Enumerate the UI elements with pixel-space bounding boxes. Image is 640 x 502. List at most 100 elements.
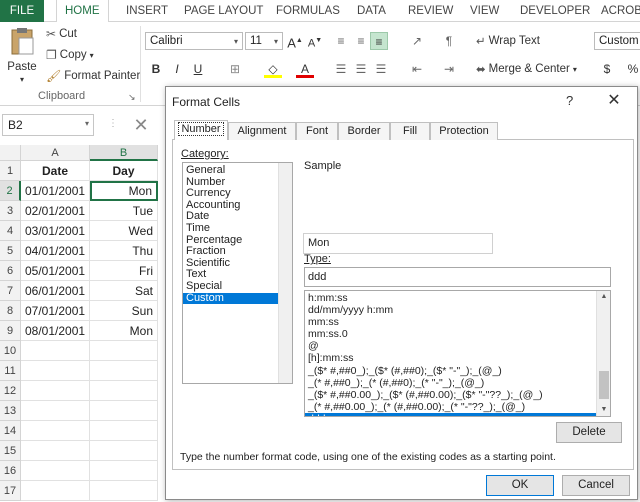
cell-a[interactable]	[21, 401, 90, 421]
row-header[interactable]: 16	[0, 461, 21, 481]
row-header[interactable]: 1	[0, 161, 21, 181]
row-header[interactable]: 14	[0, 421, 21, 441]
tab-alignment[interactable]: Alignment	[228, 122, 296, 140]
cell-b[interactable]: Day	[90, 161, 158, 181]
cell-a[interactable]: 01/01/2001	[21, 181, 90, 201]
row-header[interactable]: 3	[0, 201, 21, 221]
align-right-icon[interactable]: ☰	[372, 60, 390, 78]
bold-button[interactable]: B	[147, 60, 165, 78]
cell-b[interactable]	[90, 441, 158, 461]
tab-font[interactable]: Font	[296, 122, 338, 140]
cell-b[interactable]: Tue	[90, 201, 158, 221]
cell-b[interactable]	[90, 461, 158, 481]
tab-insert[interactable]: INSERT	[126, 0, 168, 22]
worksheet-grid[interactable]: A B 1 Date Day 2 01/01/2001 Mon 3 02/01/2001 Tue…	[0, 145, 168, 502]
cell-a[interactable]: 06/01/2001	[21, 281, 90, 301]
row-header[interactable]: 15	[0, 441, 21, 461]
column-header-b[interactable]: B	[90, 145, 158, 161]
cell-a[interactable]	[21, 361, 90, 381]
cell-a[interactable]	[21, 381, 90, 401]
category-list[interactable]: General Number Currency Accounting Date Time P…	[182, 162, 293, 384]
percent-button[interactable]: %	[624, 60, 640, 78]
cell-a[interactable]	[21, 421, 90, 441]
cell-a[interactable]: 02/01/2001	[21, 201, 90, 221]
cell-b[interactable]	[90, 421, 158, 441]
row-header[interactable]: 12	[0, 381, 21, 401]
format-code-item[interactable]: ddd	[305, 412, 596, 416]
align-middle-icon[interactable]: ≡	[352, 32, 370, 50]
tab-view[interactable]: VIEW	[470, 0, 499, 22]
cell-a[interactable]	[21, 461, 90, 481]
column-header-a[interactable]: A	[21, 145, 90, 161]
format-code-item[interactable]: mm:ss	[305, 316, 596, 328]
category-item[interactable]: Fraction	[183, 246, 278, 258]
format-code-item[interactable]: [h]:mm:ss	[305, 352, 596, 364]
cell-a[interactable]: Date	[21, 161, 90, 181]
align-top-icon[interactable]: ≡	[332, 32, 350, 50]
cell-b[interactable]: Wed	[90, 221, 158, 241]
grow-font-button[interactable]: A▲	[286, 32, 304, 50]
category-scrollbar[interactable]	[278, 163, 292, 383]
cell-b[interactable]: Sat	[90, 281, 158, 301]
cell-b[interactable]	[90, 361, 158, 381]
category-item[interactable]: Time	[183, 222, 278, 235]
cell-a[interactable]	[21, 441, 90, 461]
format-code-item[interactable]: h:mm:ss	[305, 292, 596, 304]
row-header[interactable]: 5	[0, 241, 21, 261]
cell-a[interactable]	[21, 481, 90, 501]
cell-b[interactable]: Fri	[90, 261, 158, 281]
category-item[interactable]: General	[183, 164, 278, 177]
tab-fill[interactable]: Fill	[390, 122, 430, 140]
align-bottom-icon[interactable]: ≡	[370, 32, 388, 50]
select-all-corner[interactable]	[0, 145, 21, 161]
tab-formulas[interactable]: FORMULAS	[276, 0, 340, 22]
merge-center-button[interactable]: ⬌ Merge & Center ▾	[476, 62, 577, 76]
tab-number[interactable]: Number	[174, 120, 228, 141]
orientation-icon[interactable]: ↗	[408, 32, 426, 50]
format-code-item[interactable]: _($* #,##0_);_($* (#,##0);_($* "-"_);_(@…	[305, 365, 596, 377]
italic-button[interactable]: I	[168, 60, 186, 78]
increase-indent-icon[interactable]: ⇥	[440, 60, 458, 78]
merge-dropdown-icon[interactable]: ▾	[573, 65, 577, 74]
paste-button[interactable]: Paste ▾	[6, 26, 38, 84]
decrease-indent-icon[interactable]: ⇤	[408, 60, 426, 78]
tab-border[interactable]: Border	[338, 122, 390, 140]
tab-developer[interactable]: DEVELOPER	[520, 0, 590, 22]
row-header[interactable]: 10	[0, 341, 21, 361]
cell-a[interactable]: 03/01/2001	[21, 221, 90, 241]
format-code-item[interactable]: _(* #,##0.00_);_(* (#,##0.00);_(* "-"??_…	[305, 401, 596, 413]
tab-acrobat[interactable]: ACROBA	[601, 0, 640, 22]
cell-b[interactable]: Mon	[90, 321, 158, 341]
cell-b[interactable]: Thu	[90, 241, 158, 261]
row-header[interactable]: 9	[0, 321, 21, 341]
format-code-item[interactable]: _(* #,##0_);_(* (#,##0);_(* "-"_);_(@_)	[305, 377, 596, 389]
row-header[interactable]: 6	[0, 261, 21, 281]
cell-b[interactable]	[90, 381, 158, 401]
cell-a[interactable]: 08/01/2001	[21, 321, 90, 341]
tab-data[interactable]: DATA	[357, 0, 386, 22]
row-header[interactable]: 4	[0, 221, 21, 241]
indent-icon[interactable]: ¶	[440, 32, 458, 50]
currency-button[interactable]: $	[598, 60, 616, 78]
format-list-scrollbar[interactable]: ▲ ▼	[596, 291, 610, 416]
ok-button[interactable]: OK	[486, 475, 554, 496]
tab-home[interactable]: HOME	[56, 0, 109, 23]
format-code-item[interactable]: _($* #,##0.00_);_($* (#,##0.00);_($* "-"…	[305, 389, 596, 401]
cell-a[interactable]: 07/01/2001	[21, 301, 90, 321]
fill-color-icon[interactable]: ◇	[264, 60, 282, 78]
type-input[interactable]: ddd	[304, 267, 611, 287]
format-code-item[interactable]: mm:ss.0	[305, 328, 596, 340]
cell-b[interactable]: Sun	[90, 301, 158, 321]
cell-b[interactable]	[90, 481, 158, 501]
cancel-button[interactable]: Cancel	[562, 475, 630, 496]
format-painter-button[interactable]: 🖌 Format Painter	[46, 69, 140, 83]
chevron-down-icon[interactable]: ▾	[85, 119, 89, 128]
active-cell[interactable]: Mon	[90, 181, 158, 201]
name-box[interactable]: B2 ▾	[2, 114, 94, 136]
font-color-button[interactable]: A	[296, 60, 314, 78]
underline-button[interactable]: U	[189, 60, 207, 78]
align-left-icon[interactable]: ☰	[332, 60, 350, 78]
scroll-down-icon[interactable]: ▼	[597, 404, 610, 416]
category-item[interactable]: Custom	[183, 292, 278, 305]
delete-button[interactable]: Delete	[556, 422, 622, 443]
